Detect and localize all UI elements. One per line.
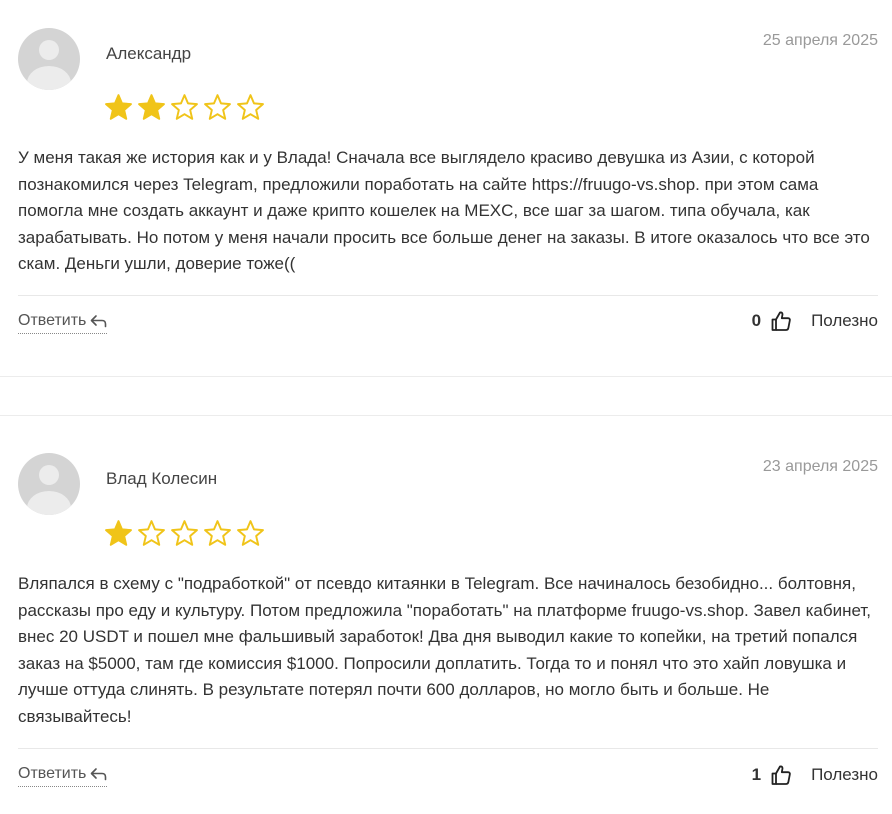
review-separator <box>0 377 892 416</box>
avatar-head-shape <box>39 40 59 60</box>
star-empty-icon <box>237 94 264 120</box>
avatar-head-shape <box>39 465 59 485</box>
helpful-count: 0 <box>751 311 762 330</box>
review-card: Влад Колесин 23 апреля 2025 Вляпался в с… <box>0 416 892 814</box>
review-author: Александр <box>106 44 192 63</box>
review-date: 23 апреля 2025 <box>762 458 878 475</box>
reply-arrow-icon <box>91 768 107 781</box>
reply-button[interactable]: Ответить <box>18 765 108 787</box>
rating-stars <box>104 93 265 122</box>
star-filled-icon <box>105 520 132 546</box>
helpful-vote: 0 Полезно <box>752 309 878 333</box>
avatar <box>18 28 80 90</box>
avatar <box>18 453 80 515</box>
star-empty-icon <box>204 520 231 546</box>
star-filled-icon <box>138 94 165 120</box>
reply-label: Ответить <box>18 765 87 782</box>
helpful-vote: 1 Полезно <box>752 763 878 787</box>
rating-stars <box>104 519 265 548</box>
review-text: У меня такая же история как и у Влада! С… <box>18 148 870 273</box>
star-filled-icon <box>105 94 132 120</box>
star-empty-icon <box>171 520 198 546</box>
avatar-body-shape <box>27 491 71 515</box>
review-card: Александр 25 апреля 2025 У меня такая же… <box>0 0 892 377</box>
star-empty-icon <box>138 520 165 546</box>
helpful-label[interactable]: Полезно <box>811 311 878 331</box>
star-empty-icon <box>204 94 231 120</box>
reply-arrow-icon <box>91 315 107 328</box>
divider <box>18 295 878 296</box>
thumbs-up-icon[interactable] <box>769 309 793 333</box>
helpful-label[interactable]: Полезно <box>811 765 878 785</box>
divider <box>18 748 878 749</box>
review-author: Влад Колесин <box>106 469 218 488</box>
reply-label: Ответить <box>18 312 87 329</box>
avatar-body-shape <box>27 66 71 90</box>
star-empty-icon <box>237 520 264 546</box>
thumbs-up-icon[interactable] <box>769 763 793 787</box>
helpful-count: 1 <box>751 765 762 784</box>
review-text: Вляпался в схему с "подработкой" от псев… <box>18 574 871 726</box>
reply-button[interactable]: Ответить <box>18 312 108 334</box>
star-empty-icon <box>171 94 198 120</box>
review-date: 25 апреля 2025 <box>762 32 878 49</box>
